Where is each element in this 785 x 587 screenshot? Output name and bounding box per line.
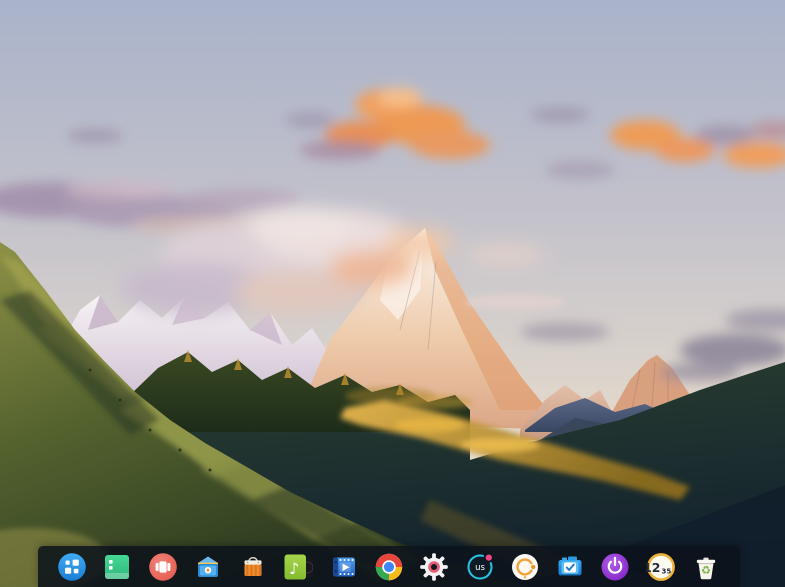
dock-item-movie[interactable]	[329, 552, 359, 582]
desktop: ♪	[0, 0, 785, 587]
recorder-icon	[510, 552, 540, 582]
dock-item-keyboard-layout[interactable]: us	[465, 552, 495, 582]
film-play-icon	[329, 552, 359, 582]
dock-item-app-store[interactable]	[238, 552, 268, 582]
dock-panel: ♪	[38, 546, 740, 587]
dock-item-control-center[interactable]	[419, 552, 449, 582]
wallpaper-image	[0, 0, 785, 587]
dock-item-chrome[interactable]	[374, 552, 404, 582]
chrome-icon	[374, 552, 404, 582]
dock-item-screenshot[interactable]	[555, 552, 585, 582]
dock-item-trash[interactable]: ♻	[691, 552, 721, 582]
media-player-icon	[148, 552, 178, 582]
gear-icon	[419, 552, 449, 582]
dock-item-voice-recorder[interactable]	[510, 552, 540, 582]
shopping-bag-icon	[238, 552, 268, 582]
dock-item-shutdown[interactable]	[600, 552, 630, 582]
keyboard-layout-label: us	[475, 563, 485, 573]
dock-item-clock[interactable]: 12 35	[646, 552, 676, 582]
clock-minute: 35	[661, 567, 671, 575]
dock-item-package[interactable]	[193, 552, 223, 582]
dock-item-launcher[interactable]	[57, 552, 87, 582]
launcher-icon	[57, 552, 87, 582]
camera-check-icon	[555, 552, 585, 582]
dock-item-music[interactable]: ♪	[283, 552, 313, 582]
recycle-glyph: ♻	[701, 564, 711, 577]
keyboard-layout-icon: us	[465, 552, 495, 582]
package-icon	[193, 552, 223, 582]
music-note-glyph: ♪	[289, 559, 299, 578]
dock-item-file-manager[interactable]	[102, 552, 132, 582]
trash-recycle-icon: ♻	[691, 552, 721, 582]
clock-hour: 12	[646, 559, 661, 574]
power-icon	[600, 552, 630, 582]
clock-icon: 12 35	[646, 552, 676, 582]
file-manager-icon	[102, 552, 132, 582]
dock-item-media-player[interactable]	[148, 552, 178, 582]
music-note-icon: ♪	[283, 552, 313, 582]
